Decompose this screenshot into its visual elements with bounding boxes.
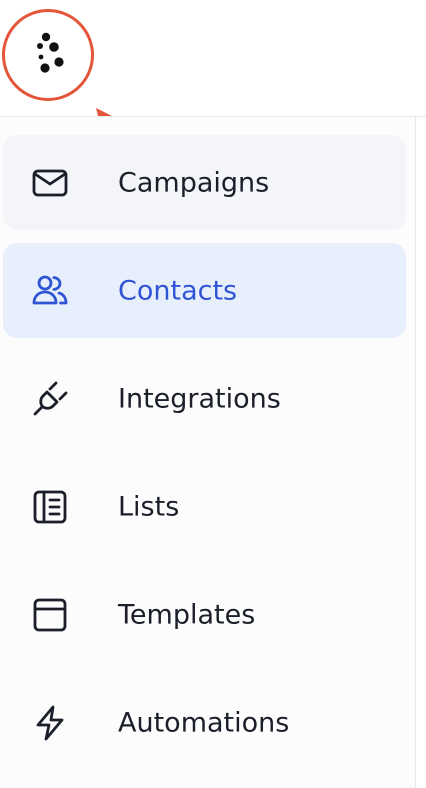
sidebar-item-label: Automations (118, 707, 290, 738)
logo-header (0, 0, 426, 154)
sidebar-item-templates[interactable]: Templates (3, 567, 406, 662)
lightning-icon (31, 704, 69, 742)
list-book-icon (31, 488, 69, 526)
sidebar-item-automations[interactable]: Automations (3, 675, 406, 770)
app-page: Campaigns Contacts Integrations Lists Te… (0, 0, 426, 788)
annotation-circle (2, 9, 94, 101)
mail-icon (31, 164, 69, 202)
sidebar-item-campaigns[interactable]: Campaigns (3, 135, 406, 230)
sidebar-item-label: Lists (118, 491, 180, 522)
sidebar-item-label: Integrations (118, 383, 281, 414)
sidebar-item-label: Templates (118, 599, 256, 630)
main-content-edge (416, 117, 426, 788)
sidebar-item-lists[interactable]: Lists (3, 459, 406, 554)
sidebar-item-contacts[interactable]: Contacts (3, 243, 406, 338)
sidebar-nav: Campaigns Contacts Integrations Lists Te… (0, 117, 415, 788)
sidebar-item-integrations[interactable]: Integrations (3, 351, 406, 446)
sidebar-item-label: Contacts (118, 275, 238, 306)
users-icon (31, 272, 69, 310)
plug-icon (31, 380, 69, 418)
template-icon (31, 596, 69, 634)
sidebar-item-label: Campaigns (118, 167, 270, 198)
